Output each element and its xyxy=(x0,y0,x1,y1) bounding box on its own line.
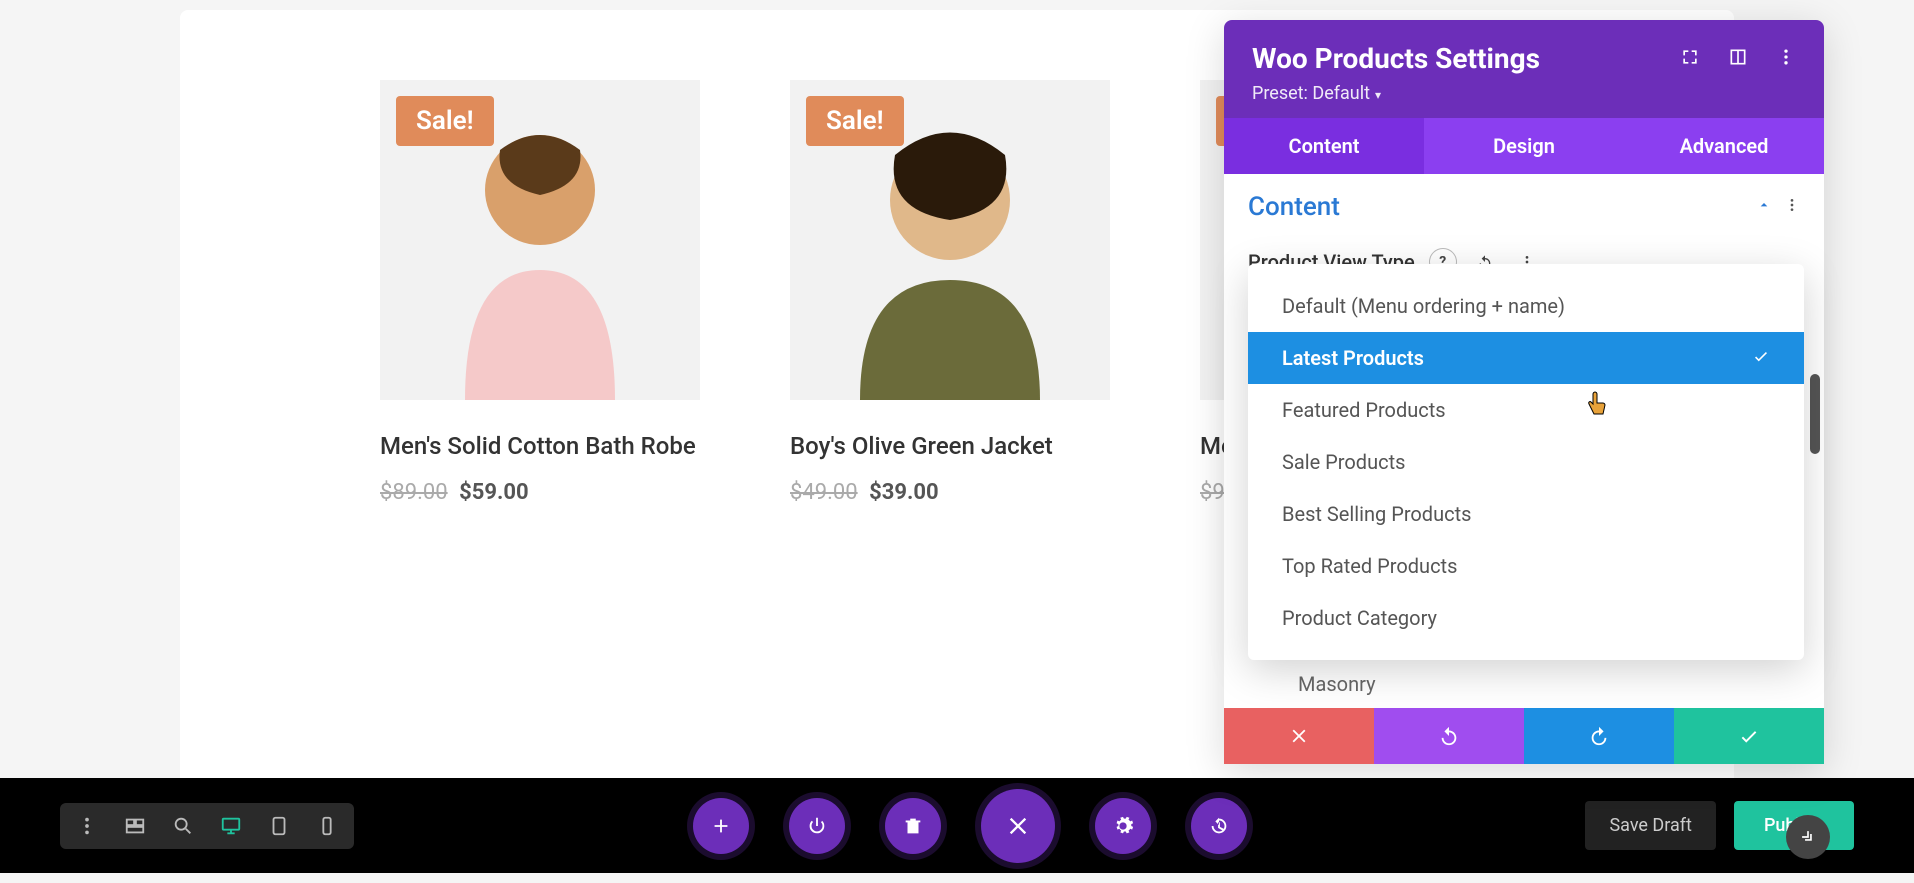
panel-undo-button[interactable] xyxy=(1374,708,1524,764)
dropdown-option-sale[interactable]: Sale Products xyxy=(1248,436,1804,488)
tab-design[interactable]: Design xyxy=(1424,118,1624,174)
layout-icon[interactable] xyxy=(1728,47,1748,71)
check-icon xyxy=(1752,346,1770,370)
dropdown-option-default[interactable]: Default (Menu ordering + name) xyxy=(1248,280,1804,332)
close-main-button[interactable] xyxy=(981,789,1055,863)
save-draft-button[interactable]: Save Draft xyxy=(1585,801,1715,850)
desktop-view-icon[interactable] xyxy=(218,813,244,839)
mobile-view-icon[interactable] xyxy=(314,813,340,839)
product-card[interactable]: Sale! Boy's Olive Green Jacket $49.00 $3… xyxy=(790,80,1110,505)
chevron-up-icon[interactable] xyxy=(1756,197,1772,217)
dropdown-option-category[interactable]: Product Category xyxy=(1248,592,1804,644)
price-new: $39.00 xyxy=(869,480,939,505)
product-title[interactable]: Boy's Olive Green Jacket xyxy=(790,430,1110,462)
more-icon[interactable] xyxy=(1776,47,1796,71)
bottom-toolbar: Save Draft Publish xyxy=(0,778,1914,873)
tab-content[interactable]: Content xyxy=(1224,118,1424,174)
settings-button[interactable] xyxy=(1095,798,1151,854)
dropdown-option-latest[interactable]: Latest Products xyxy=(1248,332,1804,384)
zoom-icon[interactable] xyxy=(170,813,196,839)
preset-selector[interactable]: Preset: Default ▾ xyxy=(1252,83,1796,104)
product-price: $89.00 $59.00 xyxy=(380,480,700,505)
wireframe-icon[interactable] xyxy=(122,813,148,839)
price-old: $89.00 xyxy=(380,480,448,505)
product-price: $49.00 $39.00 xyxy=(790,480,1110,505)
product-image[interactable]: Sale! xyxy=(790,80,1110,400)
power-button[interactable] xyxy=(789,798,845,854)
sale-badge: Sale! xyxy=(396,96,494,146)
layout-option[interactable]: Masonry xyxy=(1248,660,1800,708)
panel-header: Woo Products Settings Preset: Default ▾ xyxy=(1224,20,1824,118)
tab-advanced[interactable]: Advanced xyxy=(1624,118,1824,174)
panel-redo-button[interactable] xyxy=(1524,708,1674,764)
view-controls xyxy=(60,803,354,849)
menu-icon[interactable] xyxy=(74,813,100,839)
resize-handle[interactable] xyxy=(1786,815,1830,859)
product-image[interactable]: Sale! xyxy=(380,80,700,400)
history-button[interactable] xyxy=(1191,798,1247,854)
dropdown-option-toprated[interactable]: Top Rated Products xyxy=(1248,540,1804,592)
panel-cancel-button[interactable] xyxy=(1224,708,1374,764)
dropdown-option-label: Latest Products xyxy=(1282,346,1424,370)
center-actions xyxy=(693,789,1247,863)
section-header[interactable]: Content xyxy=(1248,184,1800,240)
add-button[interactable] xyxy=(693,798,749,854)
tablet-view-icon[interactable] xyxy=(266,813,292,839)
product-view-dropdown: Default (Menu ordering + name) Latest Pr… xyxy=(1248,264,1804,660)
panel-footer xyxy=(1224,708,1824,764)
expand-icon[interactable] xyxy=(1680,47,1700,71)
panel-body: Content Product View Type ? Essentials M… xyxy=(1224,174,1824,708)
panel-scrollbar[interactable] xyxy=(1810,374,1820,454)
section-title: Content xyxy=(1248,192,1756,222)
dropdown-option-bestselling[interactable]: Best Selling Products xyxy=(1248,488,1804,540)
panel-title: Woo Products Settings xyxy=(1252,42,1680,75)
panel-tabs: Content Design Advanced xyxy=(1224,118,1824,174)
trash-button[interactable] xyxy=(885,798,941,854)
settings-panel: Woo Products Settings Preset: Default ▾ … xyxy=(1224,20,1824,764)
sale-badge: Sale! xyxy=(806,96,904,146)
product-card[interactable]: Sale! Men's Solid Cotton Bath Robe $89.0… xyxy=(380,80,700,505)
panel-save-button[interactable] xyxy=(1674,708,1824,764)
product-title[interactable]: Men's Solid Cotton Bath Robe xyxy=(380,430,700,462)
cursor-hand-icon xyxy=(1585,390,1609,424)
section-more-icon[interactable] xyxy=(1784,197,1800,217)
price-new: $59.00 xyxy=(459,480,529,505)
price-old: $49.00 xyxy=(790,480,858,505)
dropdown-option-featured[interactable]: Featured Products xyxy=(1248,384,1804,436)
preset-label: Preset: Default xyxy=(1252,83,1370,104)
